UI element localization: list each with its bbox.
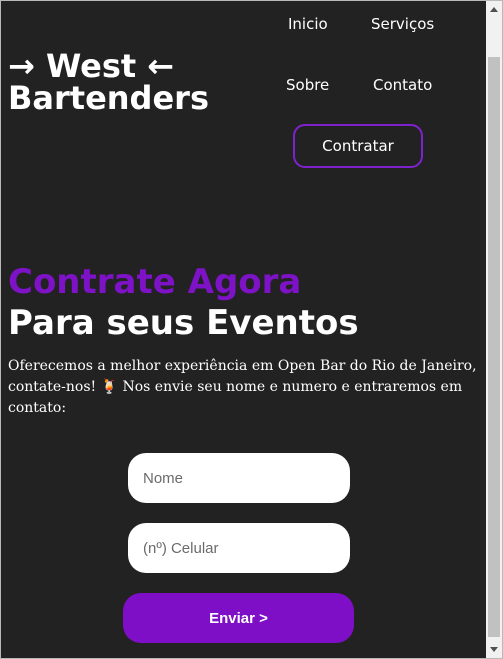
nav-link-sobre[interactable]: Sobre [286,76,329,94]
scroll-down-arrow-icon[interactable] [486,641,502,658]
nav-link-inicio[interactable]: Inicio [288,15,328,33]
name-input[interactable] [128,453,350,503]
vertical-scrollbar[interactable] [486,1,502,658]
logo-line-1: → West ← [8,47,175,85]
hero-title-accent: Contrate Agora [8,262,302,302]
scroll-up-arrow-icon[interactable] [486,1,502,18]
logo-line-2: Bartenders [8,79,209,117]
contratar-button[interactable]: Contratar [293,124,423,168]
phone-input[interactable] [128,523,350,573]
hero-title-main: Para seus Eventos [8,303,359,343]
scroll-thumb[interactable] [488,57,500,637]
nav-link-servicos[interactable]: Serviços [371,15,434,33]
hero-description: Oferecemos a melhor experiência em Open … [8,358,477,416]
submit-button[interactable]: Enviar > [123,593,354,643]
site-logo[interactable]: → West ← Bartenders [8,50,209,114]
nav-link-contato[interactable]: Contato [373,76,432,94]
